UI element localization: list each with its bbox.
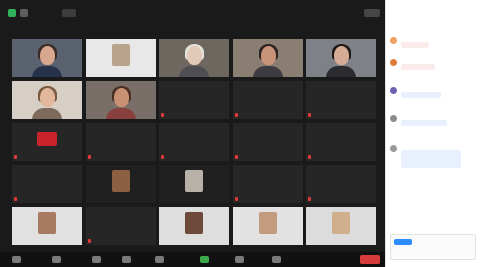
- shield-button[interactable]: [92, 256, 101, 263]
- participants-button[interactable]: [122, 256, 131, 263]
- participant-tile[interactable]: [85, 39, 156, 77]
- participant-tile[interactable]: [159, 123, 229, 161]
- participant-tile[interactable]: [85, 81, 156, 119]
- muted-mic-icon: [234, 113, 238, 117]
- participant-face: [334, 46, 349, 65]
- participant-tile[interactable]: [159, 207, 229, 245]
- participant-body: [32, 66, 62, 77]
- view-icon[interactable]: [364, 9, 380, 17]
- chat-message-text: [401, 64, 435, 70]
- participant-body: [326, 66, 356, 77]
- participant-tile[interactable]: [12, 123, 82, 161]
- avatar: [390, 59, 397, 66]
- participant-photo: [185, 212, 203, 234]
- meeting-toolbar: [0, 252, 385, 267]
- chat-message-text: [401, 120, 447, 126]
- participant-tile[interactable]: [85, 123, 156, 161]
- avatar: [390, 37, 397, 44]
- participant-body: [32, 108, 62, 119]
- participant-grid: [12, 39, 376, 246]
- participant-tile[interactable]: [232, 81, 303, 119]
- participant-face: [40, 46, 55, 65]
- participant-tile[interactable]: [12, 207, 82, 245]
- mic-button[interactable]: [12, 256, 21, 263]
- participant-face: [40, 88, 55, 107]
- participant-tile[interactable]: [159, 165, 229, 203]
- reactions-button[interactable]: [272, 256, 281, 263]
- participant-tile[interactable]: [306, 123, 376, 161]
- chat-message-text: [401, 42, 429, 48]
- participant-photo: [111, 170, 130, 192]
- muted-mic-icon: [14, 155, 17, 159]
- participant-tile[interactable]: [85, 207, 156, 245]
- chat-panel: [385, 0, 480, 267]
- chat-button[interactable]: [155, 256, 164, 263]
- participant-tile[interactable]: [232, 123, 303, 161]
- participant-photo: [185, 170, 203, 192]
- participant-tile[interactable]: [159, 39, 229, 77]
- end-meeting-button[interactable]: [360, 255, 380, 264]
- participant-face: [260, 46, 276, 65]
- meeting-menu-button[interactable]: [62, 9, 76, 17]
- muted-mic-icon: [308, 155, 311, 159]
- meeting-top-bar: [0, 0, 385, 28]
- participant-photo: [258, 212, 277, 234]
- participant-tile[interactable]: [306, 39, 376, 77]
- share-screen-button[interactable]: [200, 256, 209, 263]
- meeting-window: [0, 0, 385, 267]
- muted-mic-icon: [87, 155, 91, 159]
- organization-logo: [37, 132, 57, 146]
- chat-recipient-select[interactable]: [394, 239, 412, 245]
- participant-body: [105, 108, 136, 119]
- participant-tile[interactable]: [12, 39, 82, 77]
- avatar: [390, 115, 397, 122]
- participant-photo: [332, 212, 350, 234]
- participant-tile[interactable]: [12, 165, 82, 203]
- participant-tile[interactable]: [232, 207, 303, 245]
- participant-tile[interactable]: [306, 207, 376, 245]
- muted-mic-icon: [308, 197, 311, 201]
- participant-tile[interactable]: [232, 165, 303, 203]
- participant-body: [252, 66, 283, 77]
- participant-photo: [38, 212, 56, 234]
- muted-mic-icon: [161, 113, 164, 117]
- participant-face: [187, 46, 202, 65]
- participant-tile[interactable]: [232, 39, 303, 77]
- muted-mic-icon: [87, 239, 91, 243]
- shield-icon[interactable]: [8, 9, 16, 17]
- video-button[interactable]: [52, 256, 61, 263]
- chat-message-text: [401, 150, 461, 168]
- info-icon[interactable]: [20, 9, 28, 17]
- avatar: [390, 87, 397, 94]
- avatar: [390, 145, 397, 152]
- record-button[interactable]: [235, 256, 244, 263]
- muted-mic-icon: [161, 155, 164, 159]
- participant-face: [113, 88, 129, 107]
- participant-tile[interactable]: [12, 81, 82, 119]
- participant-tile[interactable]: [85, 165, 156, 203]
- participant-tile[interactable]: [306, 81, 376, 119]
- participant-body: [179, 66, 209, 77]
- muted-mic-icon: [308, 113, 311, 117]
- muted-mic-icon: [14, 197, 17, 201]
- chat-message-text: [401, 92, 441, 98]
- participant-tile[interactable]: [306, 165, 376, 203]
- muted-mic-icon: [234, 197, 238, 201]
- participant-tile[interactable]: [159, 81, 229, 119]
- chat-input[interactable]: [390, 234, 476, 260]
- participant-photo: [111, 44, 130, 66]
- muted-mic-icon: [234, 155, 238, 159]
